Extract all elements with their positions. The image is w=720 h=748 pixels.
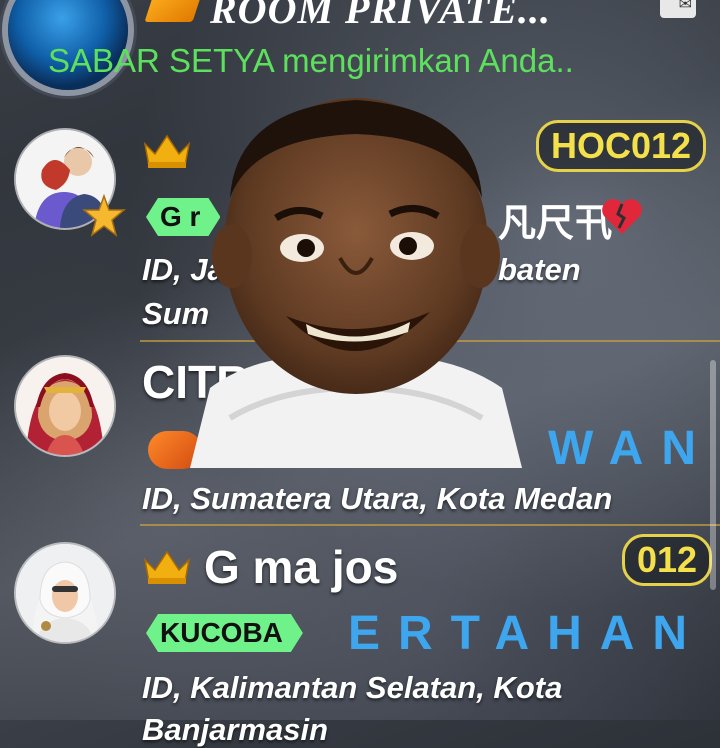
list-item[interactable]: G ma jos 012 KUCOBA ERTAHAN ID, Kalimant… [0, 530, 720, 747]
level-tag: HOC012 [536, 120, 707, 172]
scrollbar[interactable] [710, 360, 716, 590]
broken-heart-icon [602, 199, 642, 234]
level-tag: 012 [622, 534, 713, 586]
spaced-title: WAN [548, 422, 714, 475]
family-pill: KUCOBA [146, 614, 303, 652]
location-text-line2: Banjarmasin [142, 712, 329, 747]
location-text: ID, Kalimantan Selatan, Kota [142, 670, 563, 705]
crown-icon [143, 550, 191, 584]
crown-icon [143, 134, 191, 168]
room-badge-icon [144, 0, 204, 22]
divider [140, 524, 720, 526]
room-header: ROOM PRIVATE... ✉ SABAR SETYA mengirimka… [0, 0, 720, 100]
location-text: ID, Sumatera Utara, Kota Medan [142, 481, 613, 516]
avatar[interactable] [16, 357, 114, 455]
gift-notification: SABAR SETYA mengirimkan Anda.. [48, 42, 574, 79]
star-icon [82, 194, 126, 237]
room-title: ROOM PRIVATE... [210, 0, 551, 32]
avatar[interactable] [16, 544, 114, 642]
user-name: G ma jos [204, 541, 399, 593]
spaced-title: ERTAHAN [348, 607, 706, 660]
message-icon[interactable]: ✉ [660, 0, 696, 18]
sticker-photo [190, 98, 522, 468]
